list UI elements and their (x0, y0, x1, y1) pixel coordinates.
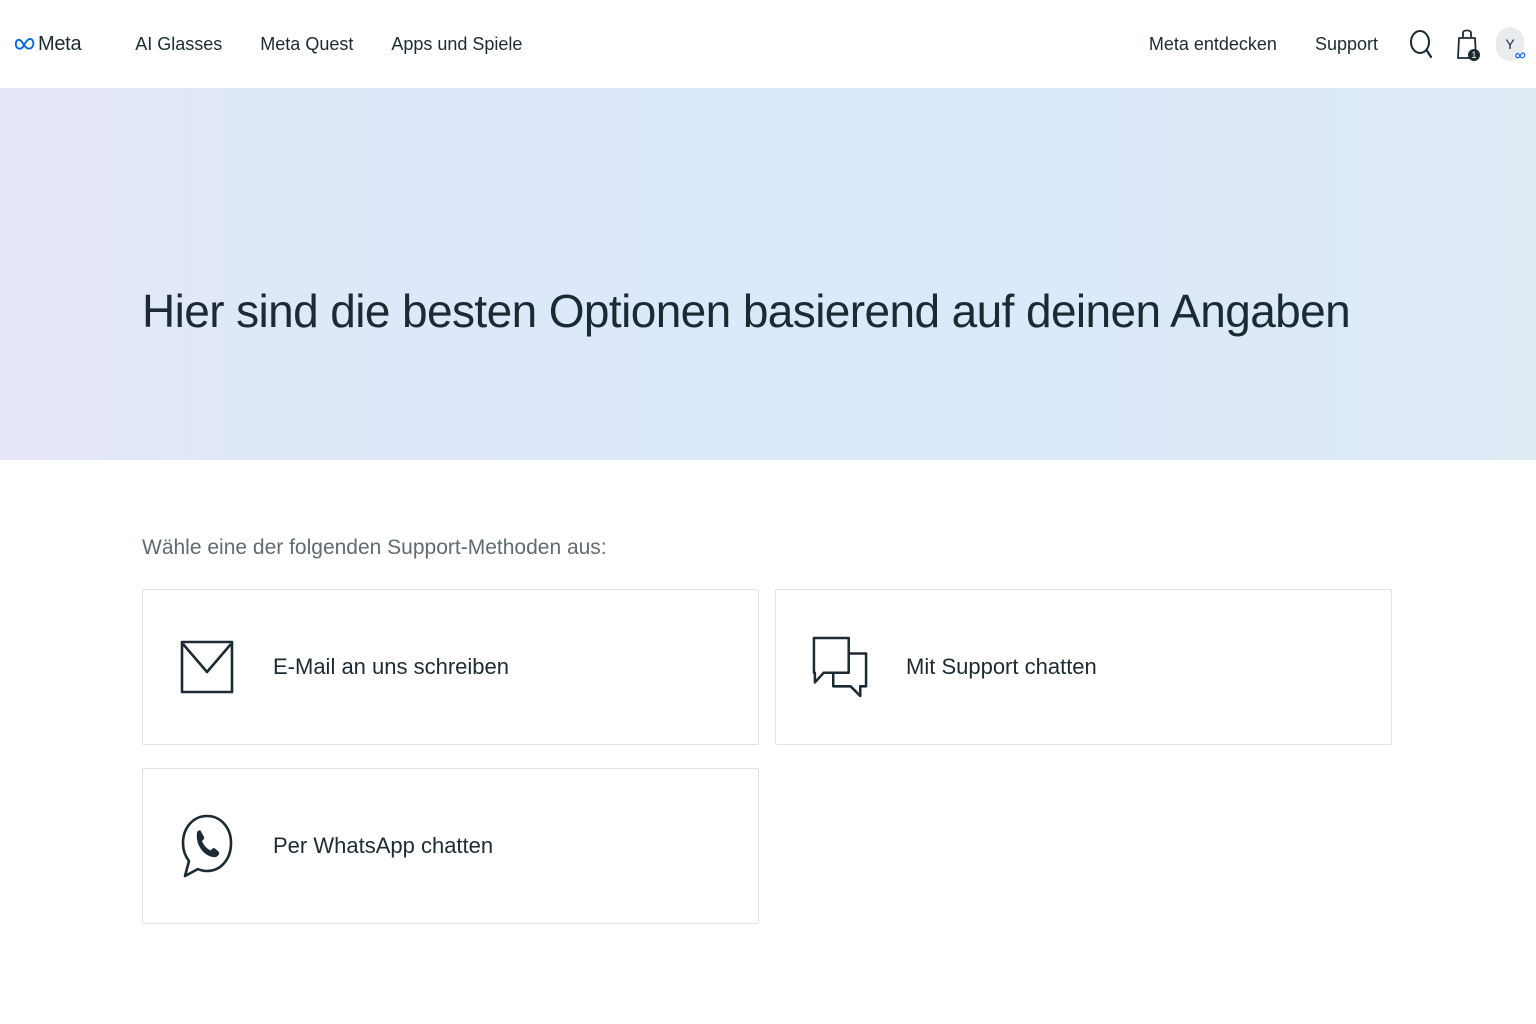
meta-infinity-icon (14, 38, 35, 50)
cart-count-badge: 1 (1468, 49, 1480, 61)
nav-meta-quest[interactable]: Meta Quest (260, 34, 353, 55)
meta-badge-icon (1515, 52, 1526, 59)
meta-logo[interactable]: Meta (14, 32, 82, 56)
top-navigation: Meta AI Glasses Meta Quest Apps und Spie… (0, 0, 1536, 88)
nav-support[interactable]: Support (1315, 34, 1378, 55)
chat-support-card[interactable]: Mit Support chatten (775, 589, 1392, 745)
whatsapp-support-card[interactable]: Per WhatsApp chatten (142, 768, 759, 924)
nav-meta-entdecken[interactable]: Meta entdecken (1149, 34, 1277, 55)
logo-text: Meta (38, 32, 82, 55)
chat-bubbles-icon (812, 635, 868, 699)
search-button[interactable] (1408, 28, 1434, 60)
whatsapp-icon (179, 814, 235, 878)
shopping-bag-button[interactable]: 1 (1454, 26, 1480, 62)
secondary-nav: Meta entdecken Support 1 Y (1149, 26, 1526, 62)
envelope-icon (179, 635, 235, 699)
email-support-card[interactable]: E-Mail an uns schreiben (142, 589, 759, 745)
email-support-label: E-Mail an uns schreiben (273, 654, 510, 679)
avatar-initial: Y (1505, 36, 1515, 52)
page-title: Hier sind die besten Optionen basierend … (142, 285, 1351, 337)
hero-banner: Hier sind die besten Optionen basierend … (0, 88, 1536, 460)
chat-support-label: Mit Support chatten (906, 654, 1097, 679)
search-icon (1410, 30, 1433, 59)
nav-apps-und-spiele[interactable]: Apps und Spiele (391, 34, 522, 55)
whatsapp-support-label: Per WhatsApp chatten (273, 833, 494, 858)
primary-nav: AI Glasses Meta Quest Apps und Spiele (135, 34, 522, 55)
profile-avatar[interactable]: Y (1496, 27, 1526, 61)
nav-ai-glasses[interactable]: AI Glasses (135, 34, 222, 55)
support-prompt: Wähle eine der folgenden Support-Methode… (142, 536, 607, 559)
